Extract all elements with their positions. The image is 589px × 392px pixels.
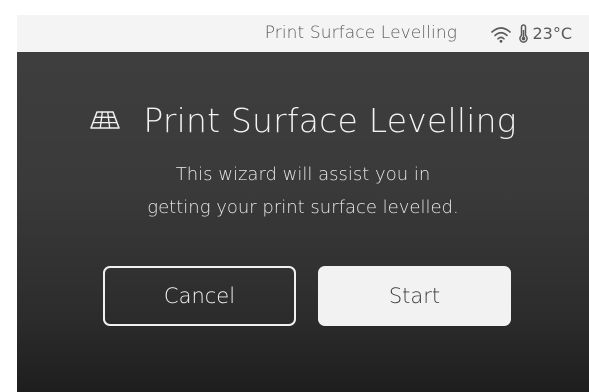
status-bar-title: Print Surface Levelling — [264, 23, 457, 43]
bed-grid-icon — [90, 111, 121, 129]
dialog-heading: Print Surface Levelling — [17, 98, 589, 142]
description-line: getting your print surface levelled. — [147, 197, 459, 218]
temperature-readout: 23°C — [532, 24, 572, 43]
levelling-wizard-dialog: Print Surface Levelling This wizard will… — [17, 52, 589, 392]
wifi-icon — [491, 26, 512, 43]
status-bar: Print Surface Levelling 23°C — [17, 15, 589, 52]
thermometer-icon — [519, 23, 529, 43]
cancel-button[interactable]: Cancel — [103, 266, 296, 326]
dialog-title: Print Surface Levelling — [143, 100, 517, 140]
start-button[interactable]: Start — [318, 266, 511, 326]
description-line: This wizard will assist you in — [175, 164, 431, 185]
dialog-description: This wizard will assist you in getting y… — [17, 158, 589, 224]
printer-screen: Print Surface Levelling 23°C Print Surfa… — [17, 15, 589, 392]
status-indicators: 23°C — [490, 15, 572, 52]
